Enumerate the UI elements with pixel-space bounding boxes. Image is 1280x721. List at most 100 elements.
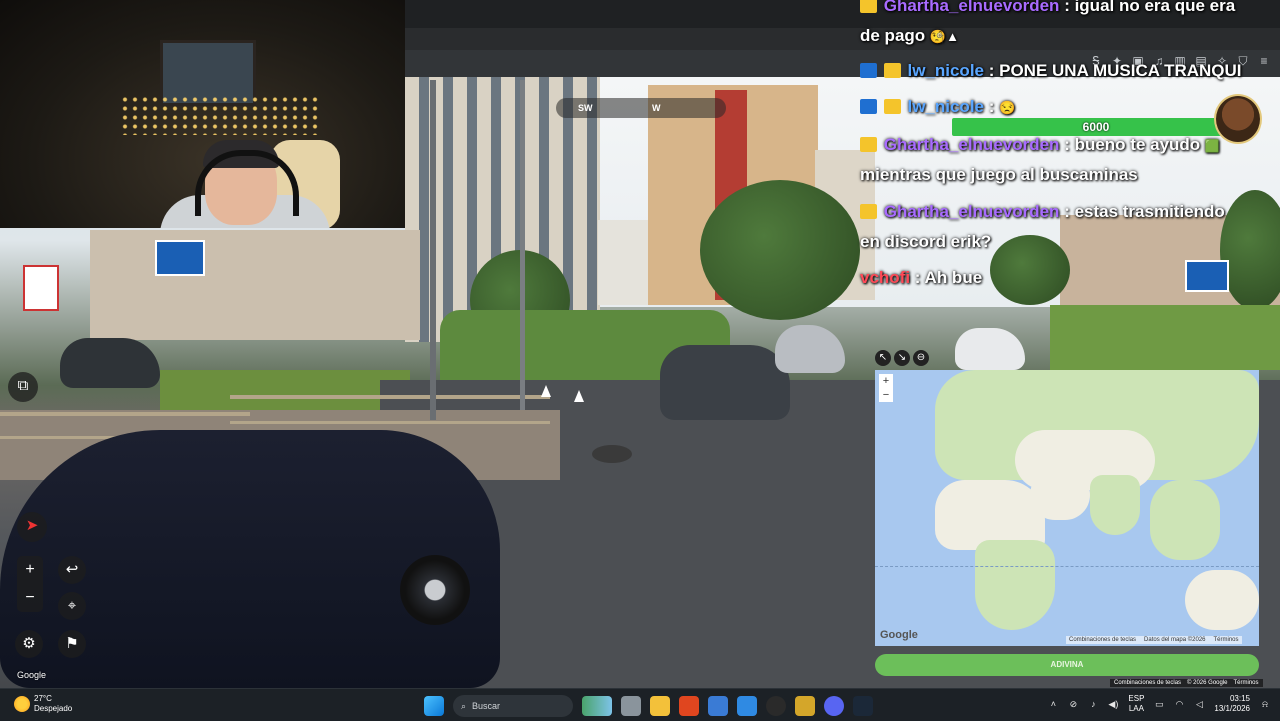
chat-username: Ghartha_elnuevorden [883, 135, 1060, 154]
taskbar-search[interactable]: ⌕ Buscar [453, 695, 573, 717]
notepad-icon[interactable] [737, 696, 757, 716]
map-size-controls: ↖ ↘ ⊖ [875, 350, 929, 366]
monitor-icon[interactable]: ▭ [1154, 699, 1164, 709]
speaker-icon[interactable]: ◁ [1194, 699, 1204, 709]
taskbar-apps: ⌕ Buscar [424, 695, 873, 717]
pin-map-icon[interactable]: ⊖ [913, 350, 929, 366]
health-bar: 6000 [952, 118, 1240, 136]
layers-icon[interactable]: ⧉ [8, 372, 38, 402]
lang-code: ESP [1128, 694, 1145, 703]
lang-layout: LAA [1128, 704, 1144, 713]
chat-text: : [988, 97, 995, 116]
crown-badge-icon [883, 99, 901, 114]
mouse-cursor [574, 390, 584, 402]
moderator-badge-icon [860, 63, 877, 78]
zoom-out-icon[interactable]: − [17, 584, 43, 612]
shortcuts-link[interactable]: Combinaciones de teclas [1114, 680, 1181, 686]
calculator-icon[interactable] [708, 696, 728, 716]
guess-map[interactable] [875, 370, 1259, 646]
crown-badge-icon [883, 63, 901, 78]
compass-needle-icon[interactable]: ➤ [17, 512, 47, 542]
compass-w: W [652, 103, 661, 113]
crown-badge-icon [860, 204, 877, 219]
parked-car [60, 338, 160, 388]
chat-message-continued: de pago 🧐▲ [860, 26, 959, 46]
chat-message: Ghartha_elnuevorden : estas trasmitiendo [860, 202, 1225, 222]
location-pin-icon[interactable]: ⌖ [58, 592, 86, 620]
system-tray: ˄ ⊘ ♪ ◀) ESP LAA ▭ ◠ ◁ 03:15 13/1/2026 ⍾ [1048, 694, 1270, 714]
search-label: Buscar [472, 701, 501, 711]
chat-message: lw_nicole : PONE UNA MUSICA TRANQUI [860, 61, 1242, 81]
notification-bell-icon[interactable]: ⍾ [1260, 699, 1270, 709]
terms-link[interactable]: Términos [1234, 680, 1259, 686]
settings-gear-icon[interactable]: ⚙ [15, 630, 43, 658]
compass-strip: SW W [556, 98, 726, 118]
task-view-icon[interactable] [621, 696, 641, 716]
chat-message: vchofi : Ah bue [860, 268, 982, 288]
chat-message: Ghartha_elnuevorden : igual no era que e… [860, 0, 1235, 16]
volume-icon[interactable]: ◀) [1108, 699, 1118, 709]
india-landmass [1090, 475, 1140, 535]
zoom-in-icon[interactable]: + [17, 556, 43, 584]
weather-widget[interactable]: 27°C Despejado [14, 694, 72, 714]
flag-icon[interactable]: ⚑ [58, 630, 86, 658]
arabia-landmass [1030, 470, 1090, 520]
chat-text: : PONE UNA MUSICA TRANQUI [988, 61, 1242, 80]
microphone-icon[interactable]: ♪ [1088, 699, 1098, 709]
obs-icon[interactable] [766, 696, 786, 716]
file-explorer-icon[interactable] [650, 696, 670, 716]
tree [700, 180, 860, 320]
windows-start-icon[interactable] [424, 696, 444, 716]
map-terms-link[interactable]: Términos [1214, 637, 1239, 643]
low-building [90, 230, 420, 340]
southeast-asia-landmass [1150, 480, 1220, 560]
map-zoom-out-icon[interactable]: − [879, 388, 893, 402]
speed-limit-sign [23, 265, 59, 311]
guess-button[interactable]: ADIVINA [875, 654, 1259, 676]
manhole-cover [592, 445, 632, 463]
widgets-icon[interactable] [582, 696, 612, 716]
menu-icon[interactable]: ≡ [1258, 55, 1270, 67]
browser-tab-bar [405, 28, 1280, 50]
chat-text: : Ah bue [914, 268, 983, 287]
copyright-text: © 2026 Google [1187, 680, 1228, 686]
wifi-icon[interactable]: ◠ [1174, 699, 1184, 709]
expand-map-icon[interactable]: ↖ [875, 350, 891, 366]
undo-icon[interactable]: ↩ [58, 556, 86, 584]
avatar [1214, 94, 1262, 144]
map-zoom-in-icon[interactable]: + [879, 374, 893, 388]
chevron-up-icon[interactable]: ˄ [1048, 699, 1058, 709]
chat-username: lw_nicole [907, 61, 984, 80]
chat-text: de pago [860, 26, 926, 45]
discord-icon[interactable] [824, 696, 844, 716]
sun-icon [14, 696, 30, 712]
chat-username: lw_nicole [907, 97, 984, 116]
language-indicator[interactable]: ESP LAA [1128, 694, 1144, 714]
crown-badge-icon [860, 0, 877, 13]
clock[interactable]: 03:15 13/1/2026 [1214, 694, 1250, 714]
crosswalk-sign [1185, 260, 1229, 292]
windows-taskbar: 27°C Despejado ⌕ Buscar ˄ ⊘ ♪ ◀) ESP LAA… [0, 688, 1280, 721]
shrink-map-icon[interactable]: ↘ [894, 350, 910, 366]
map-shortcuts-link[interactable]: Combinaciones de teclas [1069, 637, 1136, 643]
map-zoom-control: + − [879, 374, 893, 402]
map-google-logo: Google [880, 629, 918, 641]
distant-building [598, 220, 648, 305]
editor-icon[interactable] [795, 696, 815, 716]
brave-browser-icon[interactable] [679, 696, 699, 716]
network-off-icon[interactable]: ⊘ [1068, 699, 1078, 709]
emote-icon: 😒 [999, 100, 1016, 115]
chat-username: Ghartha_elnuevorden [883, 0, 1060, 15]
moderator-badge-icon [860, 99, 877, 114]
parked-car [660, 345, 790, 420]
streetview-attribution: Combinaciones de teclas © 2026 Google Té… [1110, 679, 1263, 687]
lamp-post [430, 80, 436, 420]
crosswalk-sign [155, 240, 205, 276]
crown-badge-icon [860, 137, 877, 152]
steam-icon[interactable] [853, 696, 873, 716]
chat-username: vchofi [860, 268, 911, 287]
chat-message-continued: en discord erik? [860, 232, 991, 252]
chat-text: : bueno te ayudo [1064, 135, 1201, 154]
google-logo: Google [17, 670, 47, 680]
compass-sw: SW [578, 103, 593, 113]
